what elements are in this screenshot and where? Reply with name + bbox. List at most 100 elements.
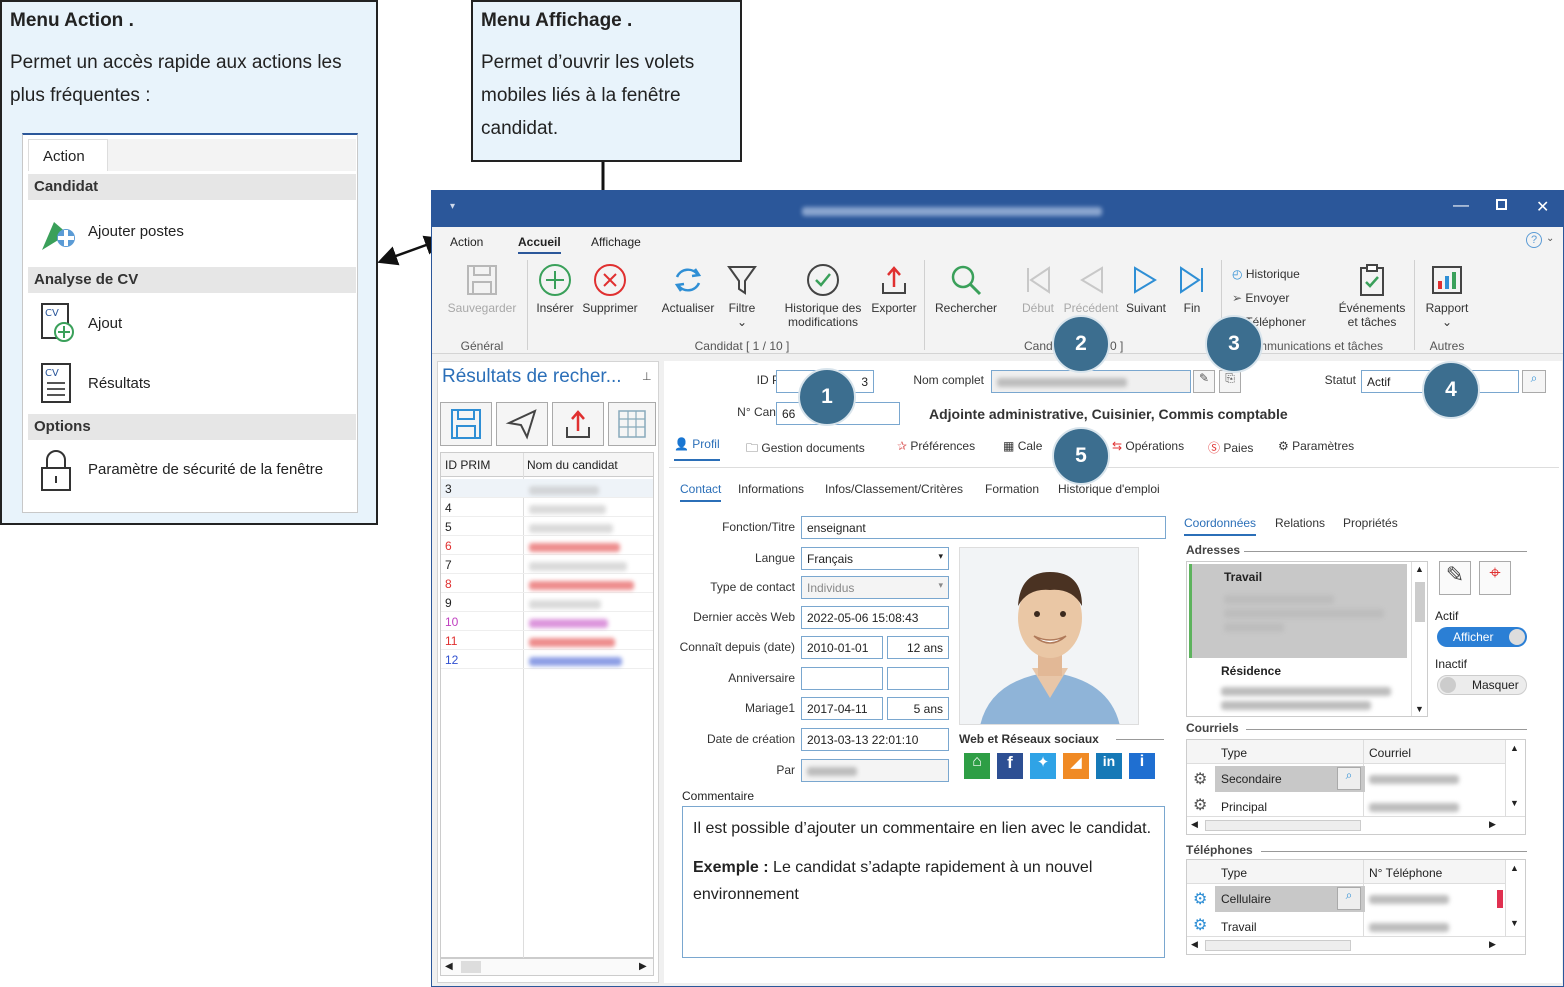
statut-search-icon[interactable]: ⌕ [1522,370,1546,393]
last-button[interactable]: Fin [1172,263,1212,315]
email-row-secondaire[interactable]: ⚙ Secondaire ⌕ [1187,766,1505,792]
edit-pencil-icon[interactable]: ✎ [1193,370,1215,393]
menu-tab-accueil[interactable]: Accueil [518,235,561,254]
refresh-button[interactable]: Actualiser [656,263,720,315]
home-icon[interactable]: ⌂ [964,753,990,779]
col-courriel-header[interactable]: Courriel [1369,746,1411,760]
nom-complet-field[interactable] [991,370,1191,393]
langue-select[interactable]: Français ▾ [801,547,949,570]
table-row[interactable]: 10 [441,612,653,631]
comment-box[interactable]: Il est possible d’ajouter un commentaire… [682,806,1165,958]
quick-access-icon[interactable]: ▾ [450,201,455,212]
masquer-toggle[interactable]: Masquer [1437,675,1527,695]
col-type-header[interactable]: Type [1221,866,1247,880]
tab-proprietes[interactable]: Propriétés [1343,516,1398,530]
report-button[interactable]: Rapport ⌄ [1420,263,1474,329]
delete-button[interactable]: Supprimer [580,263,640,315]
addresses-scrollbar[interactable]: ▲ ▼ [1411,562,1428,716]
first-button[interactable]: Début [1016,263,1060,315]
innertab-classement[interactable]: Infos/Classement/Critères [825,482,963,496]
view-card-icon[interactable]: ⎘ [1219,370,1241,393]
address-travail[interactable]: Travail [1189,564,1407,658]
table-row[interactable]: 8 [441,574,653,593]
phone-row-travail[interactable]: ⚙ Travail [1187,914,1505,936]
help-chevron-icon[interactable]: ⌄ [1546,233,1554,244]
maximize-icon[interactable] [1496,199,1507,210]
search-icon[interactable]: ⌕ [1337,887,1361,910]
table-row[interactable]: 3 [441,479,653,498]
fonction-field[interactable]: enseignant [801,516,1166,539]
mariage-field[interactable]: 2017-04-11 [801,697,883,720]
panel-send-button[interactable] [496,402,548,446]
info-icon[interactable]: i [1129,753,1155,779]
export-button[interactable]: Exporter [868,263,920,315]
rss-icon[interactable]: ◢ [1063,753,1089,779]
action-tab[interactable]: Action [28,139,108,171]
gear-icon[interactable]: ⚙ [1193,889,1207,909]
facebook-icon[interactable]: f [997,753,1023,779]
ajouter-postes-item[interactable]: Ajouter postes [38,210,338,254]
tab-relations[interactable]: Relations [1275,516,1325,530]
save-button[interactable]: Sauvegarder [444,263,520,315]
phone-row-cellulaire[interactable]: ⚙ Cellulaire ⌕ [1187,886,1505,912]
edit-address-icon[interactable]: ✎ [1439,561,1471,595]
twitter-icon[interactable]: ✦ [1030,753,1056,779]
close-icon[interactable]: ✕ [1536,197,1549,217]
innertab-formation[interactable]: Formation [985,482,1039,496]
subtab-profil[interactable]: 👤 Profil [674,437,720,461]
subtab-documents[interactable]: 🗀 Gestion documents [746,439,865,460]
subtab-parametres[interactable]: ⚙ Paramètres [1278,439,1354,453]
panel-save-button[interactable] [440,402,492,446]
ajout-cv-item[interactable]: CV Ajout [38,302,338,346]
innertab-informations[interactable]: Informations [738,482,804,496]
gear-icon[interactable]: ⚙ [1193,915,1207,935]
panel-hscrollbar[interactable]: ◀ ▶ [440,958,654,976]
linkedin-icon[interactable]: in [1096,753,1122,779]
emails-vscrollbar[interactable]: ▲ ▼ [1505,740,1525,816]
table-row[interactable]: 4 [441,498,653,517]
panel-grid-button[interactable] [608,402,656,446]
table-row[interactable]: 5 [441,517,653,536]
next-button[interactable]: Suivant [1122,263,1170,315]
help-icon[interactable]: ? [1526,232,1542,248]
table-row[interactable]: 12 [441,650,653,669]
col-name-header[interactable]: Nom du candidat [527,458,618,472]
minimize-icon[interactable]: — [1453,197,1469,215]
gear-icon[interactable]: ⚙ [1193,795,1207,815]
panel-export-button[interactable] [552,402,604,446]
resultats-cv-item[interactable]: CV Résultats [38,362,338,406]
history-modifications-button[interactable]: Historique des modifications [778,263,868,329]
previous-button[interactable]: Précédent [1062,263,1120,315]
events-button[interactable]: Événements et tâches [1336,263,1408,329]
menu-tab-action[interactable]: Action [450,235,483,249]
afficher-toggle[interactable]: Afficher [1437,627,1527,647]
table-row[interactable]: 9 [441,593,653,612]
email-row-principal[interactable]: ⚙ Principal [1187,794,1505,816]
table-row[interactable]: 6 [441,536,653,555]
subtab-operations[interactable]: ⇆ Opérations [1112,439,1184,453]
tab-coordonnees[interactable]: Coordonnées [1184,516,1257,536]
phones-vscrollbar[interactable]: ▲ ▼ [1505,860,1525,936]
phones-hscrollbar[interactable]: ◀ ▶ [1187,936,1525,954]
connait-depuis-field[interactable]: 2010-01-01 [801,636,883,659]
emails-hscrollbar[interactable]: ◀ ▶ [1187,816,1525,834]
innertab-contact[interactable]: Contact [680,482,722,502]
subtab-preferences[interactable]: ✰ Préférences [897,439,975,453]
insert-button[interactable]: Insérer [532,263,578,315]
subtab-paies[interactable]: Ⓢ Paies [1208,439,1253,456]
pin-icon[interactable]: ⊥ [642,370,652,383]
type-contact-select[interactable]: Individus ▾ [801,576,949,599]
filter-button[interactable]: Filtre ⌄ [720,263,764,329]
menu-tab-affichage[interactable]: Affichage [591,235,641,249]
address-residence[interactable]: Résidence [1189,660,1407,714]
gear-icon[interactable]: ⚙ [1193,769,1207,789]
anniversaire-field[interactable] [801,667,883,690]
search-button[interactable]: Rechercher [930,263,1002,315]
search-icon[interactable]: ⌕ [1337,767,1361,790]
col-id-prim-header[interactable]: ID PRIM [445,458,490,472]
dernier-acces-field[interactable]: 2022-05-06 15:08:43 [801,606,949,629]
table-row[interactable]: 11 [441,631,653,650]
historique-button[interactable]: ◴ Historique [1232,267,1322,281]
map-pin-icon[interactable]: ⌖ [1479,561,1511,595]
send-button[interactable]: ➢ Envoyer [1232,291,1322,305]
